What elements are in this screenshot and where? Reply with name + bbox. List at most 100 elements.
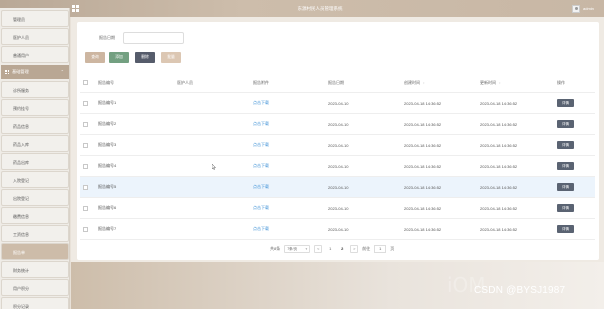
sidebar-item-drug-out[interactable]: 药品出库 [1, 153, 69, 170]
download-link[interactable]: 点击下载 [253, 93, 269, 113]
row-checkbox[interactable] [83, 219, 88, 239]
row-checkbox[interactable] [83, 198, 88, 218]
user-menu[interactable]: admin [572, 4, 594, 13]
next-page-button[interactable]: > [350, 244, 359, 253]
column-header[interactable]: 医护人员 [177, 73, 193, 92]
created-time: 2023-04-18 14:36:52 [404, 163, 442, 169]
table-row[interactable]: 报告编号7 点击下载 2023-04-10 2023-04-18 14:36:52 20… [80, 219, 595, 240]
table-header: 报告编号 医护人员 报告附件 报告日期 创建时间 ↕ 更新时间 ↕ 操作 [80, 73, 595, 93]
select-all-checkbox[interactable] [83, 73, 88, 92]
column-header-created[interactable]: 创建时间 ↕ [404, 73, 425, 92]
sidebar-item-admin[interactable]: 管理员 [1, 10, 69, 27]
row-checkbox[interactable] [83, 114, 88, 134]
sort-icon[interactable]: ↕ [423, 81, 425, 85]
detail-button[interactable]: 详情 [557, 120, 574, 128]
mouse-cursor-icon [212, 164, 216, 170]
query-button[interactable]: 查询 [85, 52, 105, 63]
report-date-input[interactable] [123, 32, 184, 44]
page-number-current[interactable]: 2 [338, 245, 346, 253]
created-time: 2023-04-18 14:36:52 [404, 121, 442, 127]
sidebar-item-finance[interactable]: 财务统计 [1, 261, 69, 278]
sidebar-item-drug-info[interactable]: 药品信息 [1, 117, 69, 134]
sidebar-item-appointment[interactable]: 预约挂号 [1, 99, 69, 116]
menu-toggle-icon[interactable] [72, 5, 79, 12]
search-label: 报告日期 [99, 35, 115, 40]
created-time: 2023-04-18 14:36:52 [404, 184, 442, 190]
sidebar-group-label: 基础管理 [12, 69, 29, 74]
prev-page-button[interactable]: < [314, 244, 323, 253]
created-time: 2023-04-18 14:36:52 [404, 100, 442, 106]
detail-button[interactable]: 详情 [557, 141, 574, 149]
sidebar-item-medical-staff[interactable]: 医护人员 [1, 28, 69, 45]
app-title: 东源村民人员管理系统 [297, 6, 343, 11]
grid-icon [5, 70, 9, 74]
report-number: 报告编号3 [98, 142, 117, 147]
detail-button[interactable]: 详情 [557, 99, 574, 107]
page-size-select[interactable]: 7条/页 [284, 244, 311, 253]
column-header-label: 更新时间 [480, 79, 496, 85]
table-row[interactable]: 报告编号4 点击下载 2023-04-10 2023-04-18 14:36:52 20… [80, 156, 595, 177]
page-suffix: 页 [390, 245, 395, 251]
table-row[interactable]: 报告编号3 点击下载 2023-04-10 2023-04-18 14:36:52 20… [80, 135, 595, 156]
column-header[interactable]: 报告日期 [328, 73, 344, 92]
table-row[interactable]: 报告编号6 点击下载 2023-04-10 2023-04-18 14:36:52 20… [80, 198, 595, 219]
table-row[interactable]: 报告编号1 点击下载 2023-04-10 2023-04-18 14:36:52 20… [80, 93, 595, 114]
report-date: 2023-04-10 [328, 205, 349, 211]
detail-button[interactable]: 详情 [557, 225, 574, 233]
goto-page-input[interactable]: 1 [374, 244, 387, 253]
report-date: 2023-04-10 [328, 184, 349, 190]
sidebar-item-users[interactable]: 普通用户 [1, 46, 69, 63]
report-number: 报告编号2 [98, 121, 117, 126]
download-link[interactable]: 点击下载 [253, 156, 269, 176]
sidebar-item-payment[interactable]: 缴费信息 [1, 207, 69, 224]
watermark: CSDN @BYSJ1987 [474, 285, 566, 296]
detail-button[interactable]: 详情 [557, 162, 574, 170]
sort-icon[interactable]: ↕ [499, 81, 501, 85]
updated-time: 2023-04-18 14:36:52 [480, 142, 518, 148]
sidebar-item-clinic-service[interactable]: 诊所服务 [1, 81, 69, 98]
row-checkbox[interactable] [83, 177, 88, 197]
add-button[interactable]: 添加 [109, 52, 129, 63]
sidebar-item-drug-in[interactable]: 药品入库 [1, 135, 69, 152]
column-header[interactable]: 报告编号 [98, 73, 114, 92]
updated-time: 2023-04-18 14:36:52 [480, 121, 518, 127]
batch-button[interactable]: 批量 [161, 52, 181, 63]
download-link[interactable]: 点击下载 [253, 135, 269, 155]
sidebar-item-points-log[interactable]: 积分记录 [1, 297, 69, 309]
detail-button[interactable]: 详情 [557, 204, 574, 212]
updated-time: 2023-04-18 14:36:52 [480, 100, 518, 106]
total-count: 共8条 [270, 245, 281, 251]
sidebar-group-basic[interactable]: 基础管理 ⌃ [1, 65, 69, 79]
detail-button[interactable]: 详情 [557, 183, 574, 191]
delete-button[interactable]: 删除 [135, 52, 155, 63]
column-header-label: 创建时间 [404, 79, 420, 85]
page-number[interactable]: 1 [326, 245, 334, 253]
report-date: 2023-04-10 [328, 163, 349, 169]
sidebar-item-report[interactable]: 报告单 [1, 243, 69, 260]
sidebar-item-points[interactable]: 用户积分 [1, 279, 69, 296]
avatar[interactable] [572, 4, 580, 13]
sidebar-item-salary[interactable]: 工资信息 [1, 225, 69, 242]
download-link[interactable]: 点击下载 [253, 114, 269, 134]
sidebar-item-admission[interactable]: 入院登记 [1, 171, 69, 188]
report-date: 2023-04-10 [328, 142, 349, 148]
table-row[interactable]: 报告编号2 点击下载 2023-04-10 2023-04-18 14:36:52 20… [80, 114, 595, 135]
download-link[interactable]: 点击下载 [253, 198, 269, 218]
column-header[interactable]: 报告附件 [253, 73, 269, 92]
created-time: 2023-04-18 14:36:52 [404, 205, 442, 211]
report-date: 2023-04-10 [328, 121, 349, 127]
created-time: 2023-04-18 14:36:52 [404, 226, 442, 232]
chevron-up-icon: ⌃ [60, 69, 64, 74]
column-header: 操作 [557, 79, 565, 85]
table-row[interactable]: 报告编号5 点击下载 2023-04-10 2023-04-18 14:36:52 20… [80, 177, 595, 198]
row-checkbox[interactable] [83, 93, 88, 113]
row-checkbox[interactable] [83, 156, 88, 176]
report-number: 报告编号5 [98, 184, 117, 189]
download-link[interactable]: 点击下载 [253, 177, 269, 197]
top-bar: 东源村民人员管理系统 admin [0, 0, 604, 17]
row-checkbox[interactable] [83, 135, 88, 155]
download-link[interactable]: 点击下载 [253, 219, 269, 239]
column-header-updated[interactable]: 更新时间 ↕ [480, 73, 501, 92]
updated-time: 2023-04-18 14:36:52 [480, 205, 518, 211]
sidebar-item-discharge[interactable]: 出院登记 [1, 189, 69, 206]
